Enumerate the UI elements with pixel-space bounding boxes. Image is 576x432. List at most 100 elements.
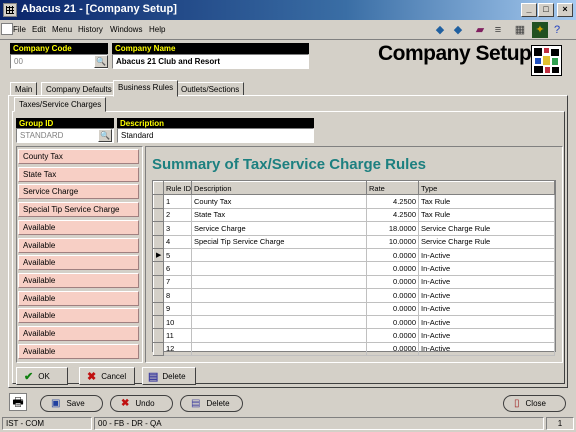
rule-button-1[interactable]: County Tax [18, 149, 139, 164]
cell-id[interactable]: 5 [163, 247, 192, 263]
help-icon[interactable]: ? [549, 22, 565, 38]
tab-main[interactable]: Main [10, 82, 38, 96]
back-arrow-icon[interactable]: ◆ [432, 22, 448, 38]
cell-desc[interactable] [191, 261, 367, 276]
cell-id[interactable]: 11 [163, 328, 192, 343]
cell-rate[interactable]: 0.0000 [366, 328, 419, 343]
cell-type[interactable]: In-Active [418, 261, 555, 276]
cancel-button[interactable]: ✖ Cancel [79, 367, 135, 385]
cell-desc[interactable] [191, 341, 367, 357]
cell-desc[interactable] [191, 314, 367, 330]
cell-desc[interactable]: County Tax [191, 194, 367, 209]
menu-file[interactable]: File [13, 25, 26, 34]
cell-type[interactable]: Service Charge Rule [418, 221, 555, 236]
delete-rule-button[interactable]: ▤ Delete [142, 367, 196, 385]
cell-rate[interactable]: 18.0000 [366, 221, 419, 236]
cell-id[interactable]: 8 [163, 288, 192, 303]
row-selector[interactable] [153, 301, 164, 316]
table-row[interactable]: 9 0.0000 In-Active [153, 301, 555, 316]
maximize-button[interactable]: □ [538, 3, 554, 17]
save-button[interactable]: ▣ Save [40, 395, 103, 412]
rule-button-2[interactable]: State Tax [18, 166, 139, 182]
rule-button-7[interactable]: Available [18, 255, 139, 271]
close-window-button[interactable]: × [557, 3, 573, 17]
row-selector[interactable]: ▶ [153, 247, 164, 263]
rule-button-6[interactable]: Available [18, 237, 139, 253]
minimize-button[interactable]: _ [521, 3, 537, 17]
cell-type[interactable]: Tax Rule [418, 194, 555, 209]
cell-type[interactable]: In-Active [418, 328, 555, 343]
row-selector[interactable] [153, 221, 164, 236]
menu-windows[interactable]: Windows [110, 25, 142, 34]
table-row[interactable]: 4 Special Tip Service Charge 10.0000 Servic… [153, 234, 555, 249]
cell-rate[interactable]: 0.0000 [366, 288, 419, 303]
cell-id[interactable]: 10 [163, 314, 192, 330]
row-selector[interactable] [153, 207, 164, 223]
col-rule-id[interactable]: Rule ID [163, 180, 192, 196]
rule-button-10[interactable]: Available [18, 308, 139, 324]
cell-rate[interactable]: 0.0000 [366, 274, 419, 290]
document-icon[interactable] [1, 23, 13, 35]
rule-button-3[interactable]: Service Charge [18, 184, 139, 200]
cell-id[interactable]: 12 [163, 341, 192, 357]
row-selector[interactable] [153, 328, 164, 343]
row-selector[interactable] [153, 314, 164, 330]
menu-help[interactable]: Help [149, 25, 165, 34]
row-selector[interactable] [153, 288, 164, 303]
row-selector[interactable] [153, 341, 164, 357]
cell-rate[interactable]: 0.0000 [366, 301, 419, 316]
cell-desc[interactable] [191, 288, 367, 303]
table-row[interactable]: 3 Service Charge 18.0000 Service Charge Rul… [153, 221, 555, 236]
cell-id[interactable]: 6 [163, 261, 192, 276]
cell-rate[interactable]: 0.0000 [366, 261, 419, 276]
table-row[interactable]: 8 0.0000 In-Active [153, 288, 555, 303]
cell-type[interactable]: Service Charge Rule [418, 234, 555, 249]
table-row[interactable]: 2 State Tax 4.2500 Tax Rule [153, 207, 555, 223]
tab-taxes-service-charges[interactable]: Taxes/Service Charges [14, 97, 107, 112]
table-row[interactable]: 6 0.0000 In-Active [153, 261, 555, 276]
cell-rate[interactable]: 0.0000 [366, 314, 419, 330]
delete-button[interactable]: ▤ Delete [180, 395, 243, 412]
cell-desc[interactable] [191, 301, 367, 316]
tab-business-rules[interactable]: Business Rules [113, 80, 179, 97]
col-rate[interactable]: Rate [366, 180, 419, 196]
cell-desc[interactable]: Special Tip Service Charge [191, 234, 367, 249]
cell-rate[interactable]: 10.0000 [366, 234, 419, 249]
cell-type[interactable]: In-Active [418, 314, 555, 330]
cell-rate[interactable]: 4.2500 [366, 207, 419, 223]
cell-id[interactable]: 4 [163, 234, 192, 249]
cell-desc[interactable]: Service Charge [191, 221, 367, 236]
menu-menu[interactable]: Menu [52, 25, 72, 34]
group-id-lookup-icon[interactable]: 🔍 [98, 129, 112, 142]
row-selector[interactable] [153, 274, 164, 290]
forward-arrow-icon[interactable]: ◆ [450, 22, 466, 38]
table-row[interactable]: 7 0.0000 In-Active [153, 274, 555, 290]
rule-button-4[interactable]: Special Tip Service Charge [18, 202, 139, 218]
list-icon[interactable]: ≡ [490, 22, 506, 38]
cell-type[interactable]: In-Active [418, 274, 555, 290]
cell-rate[interactable]: 0.0000 [366, 341, 419, 357]
cell-id[interactable]: 7 [163, 274, 192, 290]
calculator-icon[interactable]: ▦ [512, 22, 528, 38]
rule-button-11[interactable]: Available [18, 326, 139, 341]
row-selector[interactable] [153, 194, 164, 209]
row-selector[interactable] [153, 261, 164, 276]
cell-type[interactable]: In-Active [418, 301, 555, 316]
cell-desc[interactable] [191, 328, 367, 343]
print-icon[interactable]: 🖶 [9, 393, 27, 411]
rule-button-8[interactable]: Available [18, 272, 139, 288]
cell-desc[interactable]: State Tax [191, 207, 367, 223]
table-row[interactable]: 11 0.0000 In-Active [153, 328, 555, 343]
description-field[interactable]: Standard [117, 128, 314, 143]
menu-history[interactable]: History [78, 25, 103, 34]
col-type[interactable]: Type [418, 180, 555, 196]
book-icon[interactable]: ▰ [472, 22, 488, 38]
cell-rate[interactable]: 0.0000 [366, 247, 419, 263]
cell-type[interactable]: In-Active [418, 288, 555, 303]
cell-type[interactable]: In-Active [418, 247, 555, 263]
cell-id[interactable]: 3 [163, 221, 192, 236]
cell-rate[interactable]: 4.2500 [366, 194, 419, 209]
cell-id[interactable]: 2 [163, 207, 192, 223]
table-row[interactable]: ▶ 5 0.0000 In-Active [153, 247, 555, 263]
table-row[interactable]: 10 0.0000 In-Active [153, 314, 555, 330]
